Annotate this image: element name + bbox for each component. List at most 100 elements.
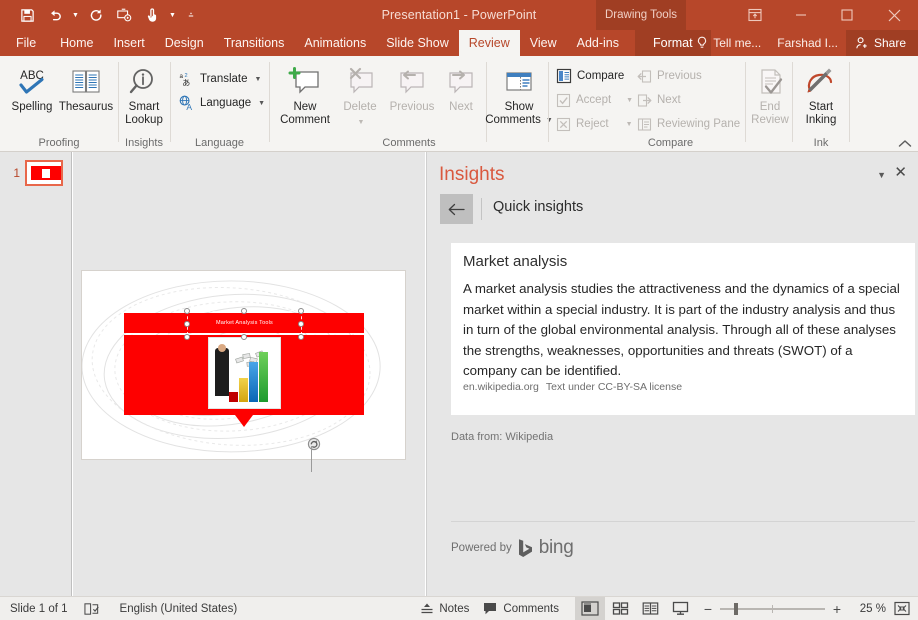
tab-view[interactable]: View bbox=[520, 30, 567, 56]
slide-show-icon[interactable] bbox=[665, 597, 695, 620]
divider bbox=[745, 62, 746, 142]
smart-lookup-button[interactable]: Smart Lookup bbox=[119, 64, 169, 127]
previous-comment-button[interactable]: Previous bbox=[384, 64, 440, 114]
language-label[interactable]: English (United States) bbox=[120, 603, 238, 615]
slide-edit-pane[interactable]: Market Analysis Tools bbox=[73, 152, 425, 596]
translate-caret-icon[interactable]: ▼ bbox=[255, 76, 262, 83]
show-comments-label-line1: Show bbox=[504, 101, 534, 113]
undo-dropdown-caret-icon[interactable]: ▼ bbox=[70, 2, 81, 28]
undo-icon[interactable] bbox=[42, 2, 68, 28]
close-icon[interactable] bbox=[870, 0, 918, 30]
reading-view-icon[interactable] bbox=[635, 597, 665, 620]
insight-card-source-link[interactable]: en.wikipedia.org bbox=[463, 381, 539, 393]
redo-icon[interactable] bbox=[83, 2, 109, 28]
reject-button[interactable]: Reject ▼ bbox=[556, 113, 633, 135]
spelling-button[interactable]: ABC Spelling bbox=[4, 64, 60, 114]
delete-comment-button[interactable]: Delete ▼ bbox=[336, 64, 384, 129]
language-button[interactable]: A Language ▼ bbox=[179, 92, 265, 114]
show-comments-label-line2: Comments bbox=[485, 114, 541, 126]
chevron-down-icon[interactable]: ▼ bbox=[877, 170, 886, 180]
start-inking-button[interactable]: Start Inking bbox=[793, 64, 849, 127]
end-review-button[interactable]: End Review bbox=[747, 64, 793, 127]
touch-mode-caret-icon[interactable]: ▼ bbox=[167, 2, 178, 28]
next-comment-button[interactable]: Next bbox=[440, 64, 482, 114]
tab-transitions[interactable]: Transitions bbox=[214, 30, 295, 56]
resize-handle-nw[interactable] bbox=[184, 308, 190, 314]
language-caret-icon[interactable]: ▼ bbox=[258, 100, 265, 107]
selected-title-placeholder[interactable]: Market Analysis Tools bbox=[184, 308, 304, 340]
slideshow-icon[interactable] bbox=[111, 2, 137, 28]
resize-handle-sw[interactable] bbox=[184, 334, 190, 340]
slide-picture[interactable] bbox=[208, 337, 281, 409]
thumbnail-item-1[interactable]: 1 bbox=[10, 160, 63, 186]
tab-slide-show[interactable]: Slide Show bbox=[376, 30, 459, 56]
tab-file[interactable]: File bbox=[0, 30, 50, 56]
zoom-slider-thumb[interactable] bbox=[734, 602, 738, 615]
account-button[interactable]: Farshad I... bbox=[769, 30, 846, 56]
tab-design[interactable]: Design bbox=[155, 30, 214, 56]
slide-thumbnail-pane[interactable]: 1 bbox=[0, 152, 72, 596]
group-label-language: Language bbox=[195, 137, 244, 149]
insight-card[interactable]: Market analysis A market analysis studie… bbox=[451, 243, 915, 415]
thumbnail-preview[interactable] bbox=[25, 160, 63, 186]
previous-change-button[interactable]: Previous bbox=[637, 65, 702, 87]
ribbon-display-options-icon[interactable] bbox=[732, 0, 778, 30]
zoom-in-button[interactable]: + bbox=[830, 601, 844, 617]
powerpoint-window: ▼ ▼ ⩮ Presentation1 - PowerPoint Drawing… bbox=[0, 0, 918, 620]
next-change-button[interactable]: Next bbox=[637, 89, 681, 111]
notes-button[interactable]: Notes bbox=[420, 602, 469, 616]
next-comment-label: Next bbox=[449, 101, 473, 113]
accept-caret-icon[interactable]: ▼ bbox=[626, 97, 633, 104]
group-label-comments: Comments bbox=[382, 137, 436, 149]
zoom-slider[interactable] bbox=[720, 602, 825, 616]
tab-review[interactable]: Review bbox=[458, 30, 520, 56]
share-button[interactable]: Share bbox=[845, 30, 918, 56]
collapse-ribbon-icon[interactable] bbox=[898, 139, 912, 149]
tell-me-box[interactable]: Tell me... bbox=[688, 30, 769, 56]
resize-handle-e[interactable] bbox=[298, 321, 304, 327]
save-icon[interactable] bbox=[14, 2, 40, 28]
fit-to-window-icon[interactable] bbox=[886, 597, 918, 620]
comments-button[interactable]: Comments bbox=[483, 602, 559, 615]
reviewing-pane-button[interactable]: Reviewing Pane bbox=[637, 113, 740, 135]
show-comments-button[interactable]: Show Comments ▼ bbox=[485, 64, 553, 127]
tab-animations[interactable]: Animations bbox=[294, 30, 376, 56]
zoom-control[interactable]: − + bbox=[695, 601, 850, 617]
tab-home[interactable]: Home bbox=[50, 30, 103, 56]
slide-sorter-icon[interactable] bbox=[605, 597, 635, 620]
slide-canvas[interactable]: Market Analysis Tools bbox=[81, 270, 406, 460]
customize-qat-icon[interactable]: ⩮ bbox=[180, 2, 202, 28]
delete-comment-caret-icon[interactable]: ▼ bbox=[358, 116, 365, 129]
resize-handle-se[interactable] bbox=[298, 334, 304, 340]
normal-view-icon[interactable] bbox=[575, 597, 605, 620]
thesaurus-button[interactable]: Thesaurus bbox=[55, 64, 117, 114]
resize-handle-n[interactable] bbox=[241, 308, 247, 314]
compare-button[interactable]: Compare bbox=[556, 65, 624, 87]
minimize-icon[interactable] bbox=[778, 0, 824, 30]
status-bar-right: Notes Comments − + 25 % bbox=[420, 597, 918, 620]
tab-add-ins[interactable]: Add-ins bbox=[567, 30, 629, 56]
zoom-out-button[interactable]: − bbox=[701, 601, 715, 617]
previous-comment-label: Previous bbox=[389, 101, 435, 113]
maximize-icon[interactable] bbox=[824, 0, 870, 30]
powered-by-label: Powered by bbox=[451, 542, 512, 554]
slide-count-label[interactable]: Slide 1 of 1 bbox=[10, 603, 68, 615]
touch-mode-icon[interactable] bbox=[139, 2, 165, 28]
reject-caret-icon[interactable]: ▼ bbox=[626, 121, 633, 128]
slide-title-text[interactable]: Market Analysis Tools bbox=[188, 312, 301, 334]
bing-wordmark: bing bbox=[538, 537, 574, 558]
accessibility-check-icon[interactable] bbox=[83, 602, 100, 616]
resize-handle-ne[interactable] bbox=[298, 308, 304, 314]
tab-insert[interactable]: Insert bbox=[104, 30, 155, 56]
translate-button[interactable]: a2あ Translate ▼ bbox=[179, 68, 262, 90]
accept-button[interactable]: Accept ▼ bbox=[556, 89, 633, 111]
zoom-level-label[interactable]: 25 % bbox=[850, 603, 886, 615]
ribbon-group-insights: Smart Lookup Insights bbox=[119, 56, 169, 152]
rotate-handle-icon[interactable] bbox=[307, 437, 321, 472]
insight-card-source-line: en.wikipedia.org Text under CC-BY-SA lice… bbox=[463, 381, 682, 393]
close-icon[interactable]: ✕ bbox=[894, 165, 907, 180]
resize-handle-w[interactable] bbox=[184, 321, 190, 327]
new-comment-button[interactable]: New Comment bbox=[274, 64, 336, 127]
back-button[interactable] bbox=[440, 194, 473, 224]
resize-handle-s[interactable] bbox=[241, 334, 247, 340]
